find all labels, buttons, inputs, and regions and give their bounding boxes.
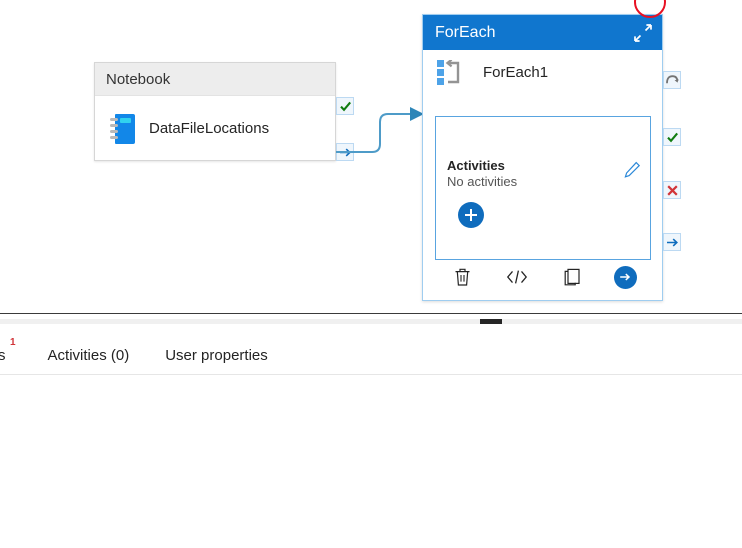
foreach-card-toolbar bbox=[435, 262, 651, 292]
foreach-activity-type-label: ForEach bbox=[435, 23, 496, 41]
notebook-activity-header: Notebook bbox=[95, 63, 335, 96]
notebook-success-port[interactable] bbox=[336, 97, 354, 115]
copy-icon bbox=[564, 268, 580, 286]
notebook-activity-card[interactable]: Notebook DataFileLocations bbox=[94, 62, 336, 161]
retry-arrow-icon bbox=[666, 75, 679, 84]
foreach-activity-name: ForEach1 bbox=[483, 64, 549, 81]
foreach-activity-card[interactable]: ForEach ForEach1 Activities No activitie… bbox=[422, 14, 663, 301]
app-root: Notebook DataFileLocations ForEach ForEa… bbox=[0, 0, 742, 548]
properties-panel: ings 1 Activities (0) User properties Le… bbox=[0, 325, 742, 548]
properties-tabs: ings 1 Activities (0) User properties bbox=[0, 335, 268, 375]
code-icon bbox=[507, 270, 528, 284]
foreach-completion-port[interactable] bbox=[663, 233, 681, 251]
add-activity-button[interactable] bbox=[458, 202, 484, 228]
code-button[interactable] bbox=[504, 264, 530, 290]
notebook-icon bbox=[109, 113, 135, 144]
tab-settings[interactable]: ings 1 bbox=[0, 337, 16, 364]
panel-resize-grip[interactable] bbox=[480, 319, 502, 324]
foreach-activities-dropzone[interactable]: Activities No activities bbox=[435, 116, 651, 260]
notebook-completion-port[interactable] bbox=[336, 143, 354, 161]
foreach-failure-port[interactable] bbox=[663, 181, 681, 199]
tab-user-properties-label: User properties bbox=[165, 346, 268, 364]
run-button[interactable] bbox=[613, 265, 637, 289]
tab-settings-label: ings bbox=[0, 346, 6, 364]
notebook-activity-type-label: Notebook bbox=[106, 70, 171, 88]
green-check-icon bbox=[666, 132, 678, 142]
delete-button[interactable] bbox=[449, 264, 475, 290]
splitter-divider bbox=[0, 313, 742, 314]
blue-arrow-icon bbox=[666, 238, 678, 246]
tab-settings-badge: 1 bbox=[9, 336, 16, 348]
activities-empty-text: No activities bbox=[447, 174, 518, 189]
green-check-icon bbox=[339, 101, 351, 111]
notebook-activity-name: DataFileLocations bbox=[149, 120, 270, 137]
notebook-activity-body: DataFileLocations bbox=[95, 96, 335, 161]
red-x-icon bbox=[666, 184, 678, 196]
foreach-activity-title-row: ForEach1 bbox=[423, 50, 662, 95]
activities-label: Activities bbox=[447, 158, 505, 173]
tab-activities-label: Activities (0) bbox=[47, 346, 130, 364]
splitter-track bbox=[0, 319, 742, 324]
trash-icon bbox=[455, 268, 470, 286]
foreach-skipped-port[interactable] bbox=[663, 71, 681, 89]
panel-splitter[interactable] bbox=[0, 313, 742, 325]
pencil-icon[interactable] bbox=[623, 161, 641, 179]
tab-user-properties[interactable]: User properties bbox=[165, 347, 268, 364]
blue-arrow-icon bbox=[339, 148, 351, 156]
clone-button[interactable] bbox=[559, 264, 585, 290]
collapse-arrows-icon[interactable] bbox=[632, 22, 654, 44]
tabs-underline bbox=[0, 374, 742, 375]
foreach-success-port[interactable] bbox=[663, 128, 681, 146]
pipeline-canvas[interactable]: Notebook DataFileLocations ForEach ForEa… bbox=[0, 0, 742, 313]
foreach-loop-icon bbox=[437, 59, 465, 86]
tab-activities[interactable]: Activities (0) bbox=[48, 347, 130, 364]
foreach-activity-header: ForEach bbox=[423, 15, 662, 50]
arrow-right-circle-icon bbox=[620, 273, 631, 281]
